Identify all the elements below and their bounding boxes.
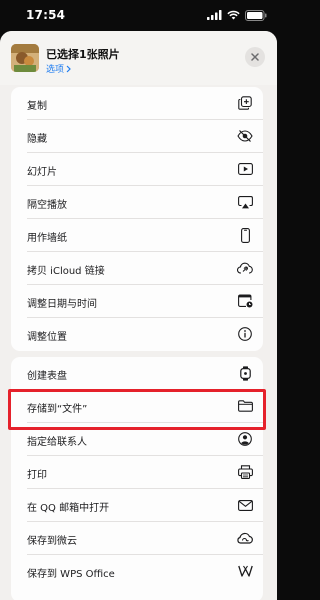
action-label: 打印 — [27, 470, 47, 481]
wps-icon — [237, 563, 253, 579]
weiyun-icon — [237, 530, 253, 546]
action-label: 隔空播放 — [27, 200, 67, 211]
action-label: 保存到微云 — [27, 536, 77, 547]
action-label: 创建表盘 — [27, 371, 67, 382]
status-time: 17:54 — [26, 8, 66, 22]
battery-icon — [245, 9, 267, 21]
actions-group-1: 复制 隐藏 幻灯片 隔空播放 用作墙纸 拷贝 iCloud 链接 调整日期与时间… — [11, 87, 263, 351]
action-label: 用作墙纸 — [27, 233, 67, 244]
action-copy-icloud-link[interactable]: 拷贝 iCloud 链接 — [11, 252, 263, 285]
selection-title: 已选择1张照片 — [46, 48, 120, 61]
action-label: 在 QQ 邮箱中打开 — [27, 503, 110, 514]
action-label: 指定给联系人 — [27, 437, 87, 448]
action-open-in-qq-mail[interactable]: 在 QQ 邮箱中打开 — [11, 489, 263, 522]
close-icon — [251, 53, 259, 61]
play-rectangle-icon — [237, 161, 253, 177]
person-circle-icon — [237, 431, 253, 447]
share-sheet: 已选择1张照片 选项 复制 隐藏 幻灯片 隔空播放 用作墙纸 拷贝 iCloud… — [0, 31, 277, 600]
action-label: 拷贝 iCloud 链接 — [27, 266, 105, 277]
action-label: 隐藏 — [27, 134, 47, 145]
watch-icon — [237, 365, 253, 381]
action-label: 保存到 WPS Office — [27, 569, 115, 580]
action-adjust-location[interactable]: 调整位置 — [11, 318, 263, 351]
cloud-link-icon — [237, 260, 253, 276]
close-button[interactable] — [245, 47, 265, 67]
options-label: 选项 — [46, 65, 65, 75]
action-adjust-date-time[interactable]: 调整日期与时间 — [11, 285, 263, 318]
airplay-icon — [237, 194, 253, 210]
iphone-icon — [237, 227, 253, 243]
action-label: 调整日期与时间 — [27, 299, 97, 310]
status-bar: 17:54 — [0, 0, 277, 30]
options-link[interactable]: 选项 — [46, 62, 71, 75]
action-label: 复制 — [27, 101, 47, 112]
action-create-watch-face[interactable]: 创建表盘 — [11, 357, 263, 390]
share-sheet-header: 已选择1张照片 选项 — [0, 31, 277, 85]
action-hide[interactable]: 隐藏 — [11, 120, 263, 153]
action-save-to-wps-office[interactable]: 保存到 WPS Office — [11, 555, 263, 588]
envelope-icon — [237, 497, 253, 513]
eye-slash-icon — [237, 128, 253, 144]
status-icons — [207, 9, 267, 21]
action-copy[interactable]: 复制 — [11, 87, 263, 120]
action-airplay[interactable]: 隔空播放 — [11, 186, 263, 219]
photo-thumbnail — [11, 44, 39, 72]
duplicate-icon — [237, 95, 253, 111]
action-save-to-weiyun[interactable]: 保存到微云 — [11, 522, 263, 555]
action-print[interactable]: 打印 — [11, 456, 263, 489]
action-wallpaper[interactable]: 用作墙纸 — [11, 219, 263, 252]
signal-icon — [207, 10, 222, 20]
printer-icon — [237, 464, 253, 480]
wifi-icon — [227, 10, 240, 20]
location-info-icon — [237, 326, 253, 342]
highlight-box — [8, 389, 266, 430]
action-label: 调整位置 — [27, 332, 67, 343]
chevron-right-icon — [66, 65, 71, 73]
action-slideshow[interactable]: 幻灯片 — [11, 153, 263, 186]
calendar-clock-icon — [237, 293, 253, 309]
action-label: 幻灯片 — [27, 167, 57, 178]
